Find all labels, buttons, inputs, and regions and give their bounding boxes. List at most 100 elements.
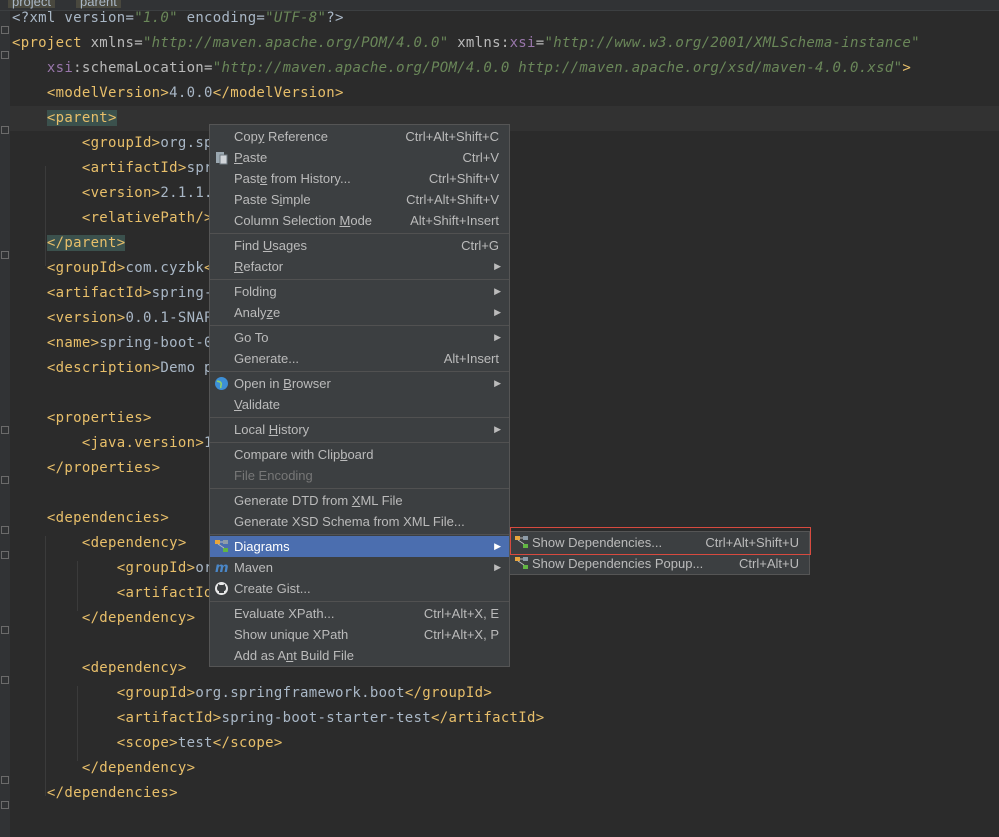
- menu-item-local-history[interactable]: Local History ▶: [210, 419, 509, 440]
- code-line[interactable]: <groupId>org.: [12, 556, 230, 581]
- code-line[interactable]: <artifactId>sprin: [12, 156, 230, 181]
- label-text: Generate...: [234, 351, 300, 366]
- menu-item-generate-xsd-schema-from-xml-file[interactable]: Generate XSD Schema from XML File...: [210, 511, 509, 532]
- submenu-arrow-icon: ▶: [494, 541, 501, 551]
- fold-marker-icon[interactable]: [1, 676, 9, 684]
- menu-item-open-in-browser[interactable]: Open in Browser ▶: [210, 373, 509, 394]
- code-token: :schemaLocation=: [73, 60, 213, 76]
- code-line[interactable]: <dependencies>: [12, 506, 169, 531]
- fold-marker-icon[interactable]: [1, 626, 9, 634]
- code-token: <version>: [81, 185, 161, 201]
- code-line[interactable]: <groupId>org.springframework.boot</group…: [12, 681, 492, 706]
- code-line[interactable]: <description>Demo pro: [12, 356, 230, 381]
- fold-marker-icon[interactable]: [1, 776, 9, 784]
- code-line[interactable]: <version>0.0.1-SNAPSH: [12, 306, 230, 331]
- code-line[interactable]: <groupId>com.cyzbk</g: [12, 256, 230, 281]
- menu-item-evaluate-xpath[interactable]: Evaluate XPath... Ctrl+Alt+X, E: [210, 603, 509, 624]
- menu-item-shortcut: Ctrl+G: [461, 238, 499, 253]
- fold-marker-icon[interactable]: [1, 51, 9, 59]
- menu-item-go-to[interactable]: Go To ▶: [210, 327, 509, 348]
- menu-item-show-unique-xpath[interactable]: Show unique XPath Ctrl+Alt+X, P: [210, 624, 509, 645]
- fold-marker-icon[interactable]: [1, 526, 9, 534]
- fold-marker-icon[interactable]: [1, 126, 9, 134]
- menu-item-paste-simple[interactable]: Paste Simple Ctrl+Alt+Shift+V: [210, 189, 509, 210]
- menu-item-generate-dtd-from-xml-file[interactable]: Generate DTD from XML File: [210, 490, 509, 511]
- menu-item-paste-from-history[interactable]: Paste from History... Ctrl+Shift+V: [210, 168, 509, 189]
- code-line[interactable]: <scope>test</scope>: [12, 731, 283, 756]
- menu-separator: [210, 534, 509, 535]
- submenu-arrow-icon: ▶: [494, 332, 501, 342]
- code-line[interactable]: xsi:schemaLocation="http://maven.apache.…: [12, 56, 911, 81]
- menu-item-folding[interactable]: Folding ▶: [210, 281, 509, 302]
- code-token: <description>: [46, 360, 161, 376]
- submenu-item-show-dependencies-popup[interactable]: Show Dependencies Popup... Ctrl+Alt+U: [510, 553, 809, 574]
- label-text: e: [273, 305, 281, 320]
- code-line[interactable]: <project xmlns="http://maven.apache.org/…: [12, 31, 920, 56]
- code-token: <modelVersion>: [46, 85, 170, 101]
- code-line[interactable]: </properties>: [12, 456, 160, 481]
- code-line[interactable]: <dependency>: [12, 531, 187, 556]
- code-token: 4.0.0: [169, 85, 213, 101]
- fold-marker-icon[interactable]: [1, 251, 9, 259]
- label-text: Generate DTD from: [234, 493, 352, 508]
- menu-item-paste[interactable]: Paste Ctrl+V: [210, 147, 509, 168]
- label-text: efactor: [243, 259, 284, 274]
- code-line[interactable]: <properties>: [12, 406, 152, 431]
- code-line[interactable]: </dependency>: [12, 606, 195, 631]
- menu-item-label: Paste Simple: [234, 189, 311, 210]
- code-line[interactable]: <name>spring-boot-05-: [12, 331, 230, 356]
- menu-item-diagrams[interactable]: Diagrams ▶: [210, 536, 509, 557]
- submenu-item-shortcut: Ctrl+Alt+U: [739, 556, 799, 571]
- menu-item-label: Open in Browser: [234, 373, 331, 394]
- menu-item-label: Column Selection Mode: [234, 210, 372, 231]
- code-line[interactable]: <relativePath/> <: [12, 206, 230, 231]
- code-token: </properties>: [46, 460, 161, 476]
- submenu-arrow-icon: ▶: [494, 378, 501, 388]
- menu-item-analyze[interactable]: Analyze ▶: [210, 302, 509, 323]
- menu-item-refactor[interactable]: Refactor ▶: [210, 256, 509, 277]
- code-line[interactable]: <artifactId>spring-bo: [12, 281, 230, 306]
- diagram-icon: [514, 556, 529, 571]
- fold-marker-icon[interactable]: [1, 426, 9, 434]
- code-token: </parent>: [46, 235, 126, 251]
- code-token: <java.version>: [81, 435, 205, 451]
- menu-item-label: Paste: [234, 147, 267, 168]
- menu-item-column-selection-mode[interactable]: Column Selection Mode Alt+Shift+Insert: [210, 210, 509, 231]
- menu-item-generate[interactable]: Generate... Alt+Insert: [210, 348, 509, 369]
- menu-item-find-usages[interactable]: Find Usages Ctrl+G: [210, 235, 509, 256]
- code-line[interactable]: <java.version>1.8: [12, 431, 230, 456]
- menu-item-compare-with-clipboard[interactable]: Compare with Clipboard: [210, 444, 509, 465]
- code-line[interactable]: <?xml version="1.0" encoding="UTF-8"?>: [12, 6, 344, 31]
- code-line[interactable]: </dependencies>: [12, 781, 178, 806]
- menu-item-create-gist[interactable]: Create Gist...: [210, 578, 509, 599]
- code-line[interactable]: <groupId>org.spri: [12, 131, 230, 156]
- label-text: Generate XSD Schema from XML File...: [234, 514, 465, 529]
- code-token: xsi: [509, 35, 536, 51]
- mnemonic-char: M: [339, 213, 351, 228]
- menu-item-label: Generate...: [234, 348, 299, 369]
- code-line[interactable]: <modelVersion>4.0.0</modelVersion>: [12, 81, 344, 106]
- label-text: Go To: [234, 330, 269, 345]
- code-line[interactable]: </dependency>: [12, 756, 195, 781]
- menu-item-maven[interactable]: m Maven ▶: [210, 557, 509, 578]
- code-line[interactable]: <artifactId>spring-boot-starter-test</ar…: [12, 706, 544, 731]
- fold-marker-icon[interactable]: [1, 801, 9, 809]
- label-text: Past: [234, 171, 261, 186]
- menu-item-add-as-ant-build-file[interactable]: Add as Ant Build File: [210, 645, 509, 666]
- code-token: xmlns:: [448, 35, 510, 51]
- code-line[interactable]: <dependency>: [12, 656, 187, 681]
- menu-separator: [210, 279, 509, 280]
- code-token: <properties>: [46, 410, 152, 426]
- fold-marker-icon[interactable]: [1, 476, 9, 484]
- code-line[interactable]: <version>2.1.1.RE: [12, 181, 230, 206]
- menu-item-copy-reference[interactable]: Copy Reference Ctrl+Alt+Shift+C: [210, 126, 509, 147]
- code-token: </dependencies>: [46, 785, 178, 801]
- editor-gutter[interactable]: [0, 11, 10, 837]
- code-line[interactable]: <artifactId>s: [12, 581, 230, 606]
- fold-marker-icon[interactable]: [1, 551, 9, 559]
- menu-item-validate[interactable]: Validate: [210, 394, 509, 415]
- code-line[interactable]: </parent>: [12, 231, 126, 256]
- fold-marker-icon[interactable]: [1, 26, 9, 34]
